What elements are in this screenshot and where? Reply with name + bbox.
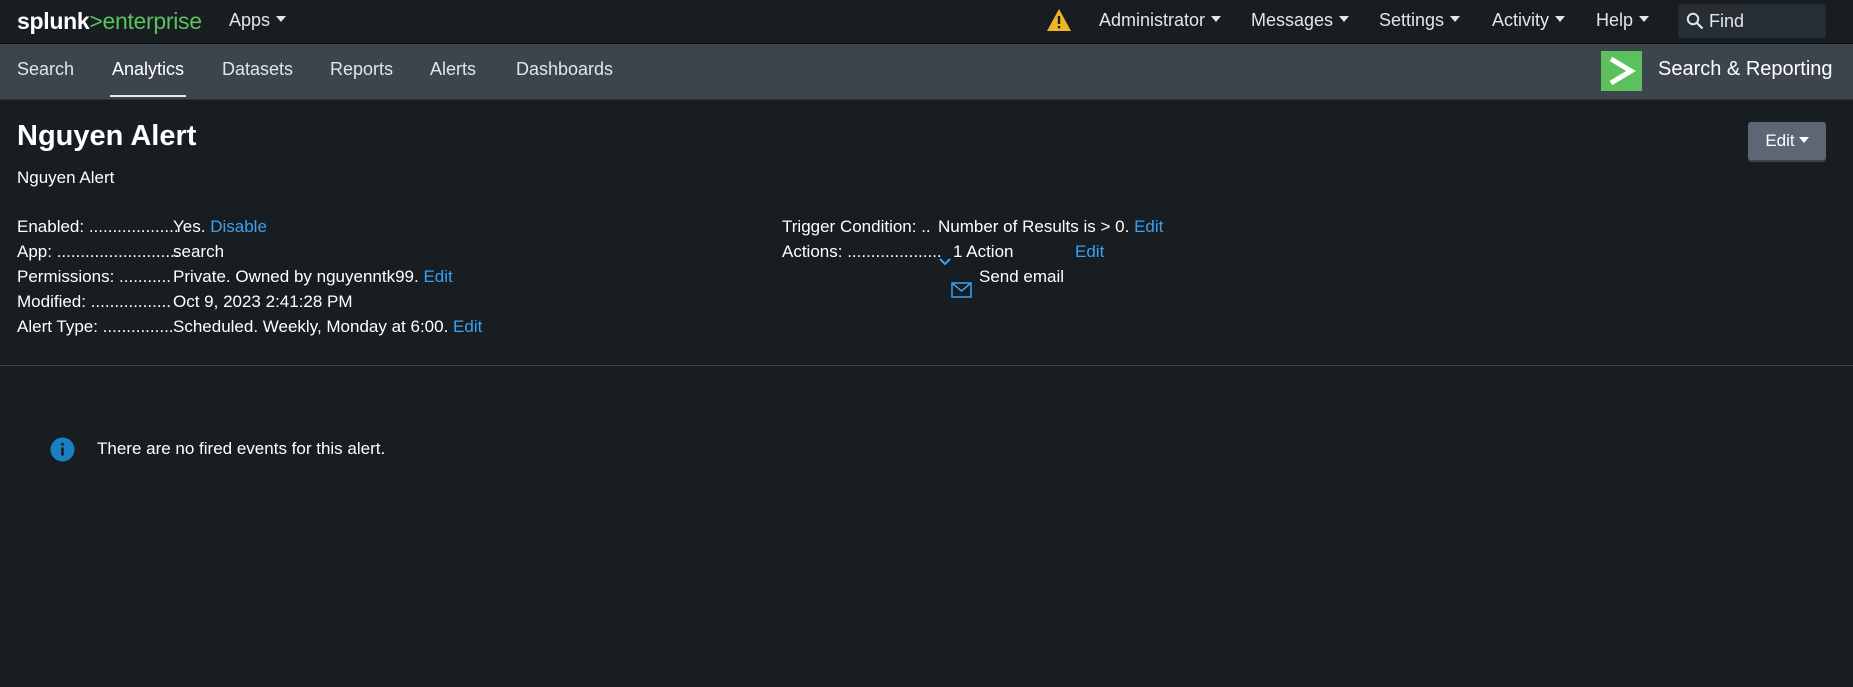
alert-type-edit-link[interactable]: Edit [453,317,482,336]
caret-down-icon [1555,16,1566,23]
page-title: Nguyen Alert [17,120,197,152]
top-bar: splunk>enterprise Apps Administrator Mes… [0,0,1853,44]
permissions-value: Private. Owned by nguyenntk99. Edit [173,267,453,287]
tab-dashboards[interactable]: Dashboards [516,44,613,99]
alert-type-value: Scheduled. Weekly, Monday at 6:00. Edit [173,317,482,337]
help-menu-label: Help [1596,10,1634,30]
apps-menu-label: Apps [229,10,271,30]
enabled-value: Yes. Disable [173,217,267,237]
apps-menu[interactable]: Apps [229,10,287,31]
tab-alerts[interactable]: Alerts [430,44,476,99]
permissions-label: Permissions: ........... [17,267,171,286]
settings-menu-label: Settings [1379,10,1445,30]
trigger-edit-link[interactable]: Edit [1134,217,1163,236]
tab-search[interactable]: Search [17,44,74,99]
logo-enterprise-text: enterprise [102,8,202,34]
caret-down-icon [276,16,287,23]
tab-analytics[interactable]: Analytics [109,44,187,99]
search-reporting-app-icon[interactable] [1601,51,1642,91]
caret-down-icon [1450,16,1461,23]
enabled-value-text: Yes. [173,217,206,236]
modified-label: Modified: ................. [17,292,171,311]
trigger-condition-label: Trigger Condition: .. [782,217,931,236]
tab-reports[interactable]: Reports [330,44,393,99]
app-label: App: .......................... [17,242,180,261]
actions-label: Actions: .................... [782,242,942,261]
envelope-icon [951,282,972,298]
settings-menu[interactable]: Settings [1379,10,1461,31]
actions-count[interactable]: 1 Action [953,242,1014,262]
messages-menu-label: Messages [1251,10,1334,30]
caret-down-icon [1798,136,1809,143]
app-bar: Search Analytics Datasets Reports Alerts… [0,44,1853,100]
app-value: search [173,242,225,261]
administrator-menu[interactable]: Administrator [1099,10,1222,31]
administrator-menu-label: Administrator [1099,10,1206,30]
activity-menu[interactable]: Activity [1492,10,1566,31]
permissions-edit-link[interactable]: Edit [423,267,452,286]
alert-description: Nguyen Alert [17,168,115,187]
warning-icon[interactable] [1046,8,1072,32]
divider [0,365,1853,366]
logo-gt-text: > [89,8,103,34]
modified-value: Oct 9, 2023 2:41:28 PM [173,292,353,311]
edit-button-label: Edit [1765,131,1795,150]
messages-menu[interactable]: Messages [1251,10,1350,31]
find-input[interactable] [1705,4,1824,38]
alert-details: Nguyen Alert Nguyen Alert Edit Enabled: … [0,100,1853,687]
permissions-value-text: Private. Owned by nguyenntk99. [173,267,419,286]
alert-type-value-text: Scheduled. Weekly, Monday at 6:00. [173,317,449,336]
activity-menu-label: Activity [1492,10,1550,30]
help-menu[interactable]: Help [1596,10,1650,31]
logo-splunk-text: splunk [17,8,90,34]
info-icon [50,437,75,462]
enabled-label: Enabled: ................... [17,217,179,236]
chevron-down-icon[interactable] [939,257,951,267]
alert-type-label: Alert Type: ............... [17,317,174,336]
caret-down-icon [1639,16,1650,23]
app-title[interactable]: Search & Reporting [1658,58,1833,81]
trigger-condition-value-text: Number of Results is > 0. [938,217,1130,236]
trigger-condition-value: Number of Results is > 0. Edit [938,217,1163,237]
find-box[interactable] [1678,4,1826,38]
caret-down-icon [1339,16,1350,23]
splunk-logo[interactable]: splunk>enterprise [17,8,202,35]
edit-button[interactable]: Edit [1748,122,1826,160]
search-icon [1686,12,1704,30]
caret-down-icon [1211,16,1222,23]
no-events-message: There are no fired events for this alert… [97,439,386,458]
send-email-action: Send email [979,267,1065,286]
tab-datasets[interactable]: Datasets [222,44,293,99]
disable-link[interactable]: Disable [210,217,267,236]
actions-edit-link[interactable]: Edit [1075,242,1104,262]
